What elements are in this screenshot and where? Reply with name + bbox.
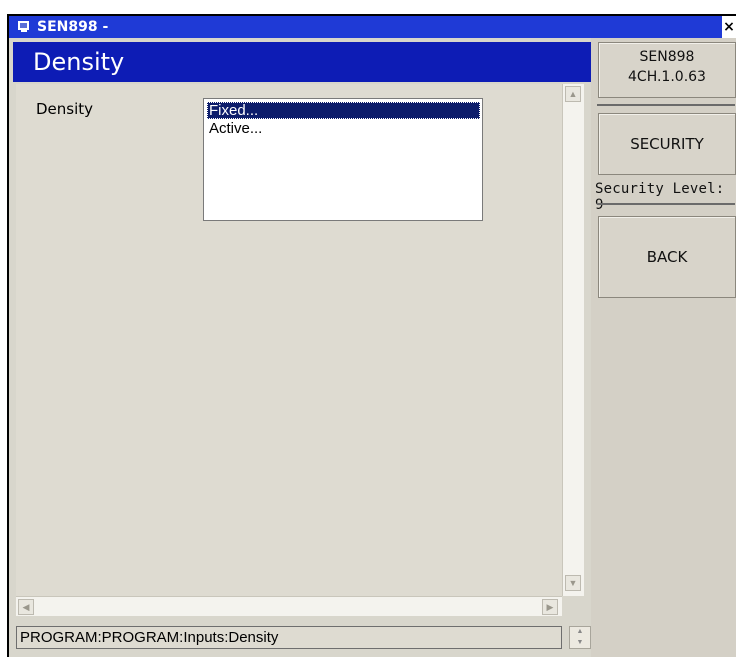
page-title: Density xyxy=(33,48,125,76)
security-button[interactable]: SECURITY xyxy=(598,113,736,175)
status-path: PROGRAM:PROGRAM:Inputs:Density xyxy=(16,626,562,649)
option-active[interactable]: Active... xyxy=(207,120,480,137)
security-level: Security Level: 9 xyxy=(595,181,725,213)
scroll-down-icon[interactable]: ▼ xyxy=(565,575,581,591)
back-button[interactable]: BACK xyxy=(598,216,736,298)
title-bar[interactable]: SEN898 - × xyxy=(9,16,736,38)
spin-down-icon[interactable]: ▼ xyxy=(570,638,590,648)
density-listbox[interactable]: Fixed... Active... xyxy=(203,98,483,221)
option-fixed[interactable]: Fixed... xyxy=(207,102,480,119)
vertical-scrollbar[interactable]: ▲ ▼ xyxy=(562,84,584,596)
horizontal-scrollbar[interactable]: ◀ ▶ xyxy=(16,596,562,616)
divider xyxy=(597,104,735,106)
density-label: Density xyxy=(36,100,94,118)
firmware-version: 4CH.1.0.63 xyxy=(628,69,706,85)
window-title: SEN898 - xyxy=(37,19,109,35)
divider xyxy=(597,203,735,205)
scroll-up-icon[interactable]: ▲ xyxy=(565,86,581,102)
version-button[interactable]: SEN898 4CH.1.0.63 xyxy=(598,42,736,98)
close-icon[interactable]: × xyxy=(722,16,736,38)
scroll-left-icon[interactable]: ◀ xyxy=(18,599,34,615)
spin-up-icon[interactable]: ▲ xyxy=(570,627,590,637)
device-name: SEN898 xyxy=(639,49,695,65)
scroll-right-icon[interactable]: ▶ xyxy=(542,599,558,615)
app-icon xyxy=(18,21,29,32)
page-header: Density xyxy=(13,42,591,82)
status-spinner[interactable]: ▲ ▼ xyxy=(569,626,591,649)
app-window: SEN898 - × Density Density Fixed... Acti… xyxy=(0,0,736,657)
